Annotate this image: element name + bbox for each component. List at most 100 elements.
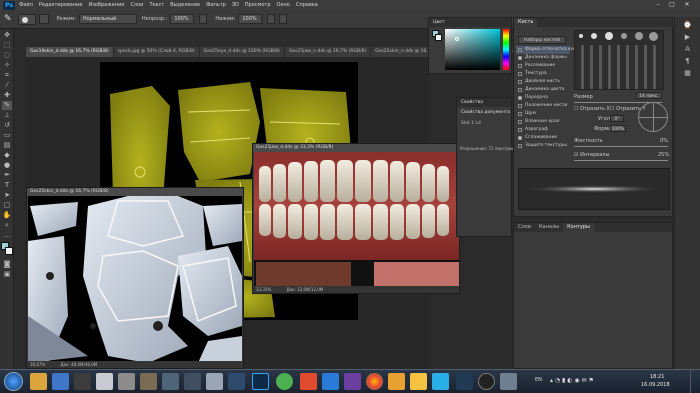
teeth-texture-canvas[interactable] [254, 152, 459, 288]
tab-channels[interactable]: Каналы [535, 223, 563, 232]
brush-preset-picker[interactable] [17, 13, 36, 25]
flip-x-checkbox[interactable]: ☐ Отразить X [574, 106, 610, 112]
crop-tool-icon[interactable]: ⌗ [2, 71, 12, 80]
menu-window[interactable]: Окно [277, 2, 290, 8]
hand-tool-icon[interactable]: ✋ [2, 211, 12, 220]
brush-option-row[interactable]: Передача [516, 94, 570, 102]
blend-mode-select[interactable]: Нормальный [78, 14, 137, 24]
quick-select-tool-icon[interactable]: ✧ [2, 61, 12, 70]
menu-filter[interactable]: Фильтр [206, 2, 226, 8]
show-desktop-button[interactable] [690, 370, 700, 393]
blur-tool-icon[interactable]: ◆ [2, 151, 12, 160]
start-button[interactable] [4, 372, 23, 391]
spacing-slider[interactable] [574, 160, 668, 161]
marquee-tool-icon[interactable]: ⬚ [2, 41, 12, 50]
window-title[interactable]: Gos25skin_d.dds @ 16,7% (RGB/8) [27, 188, 243, 196]
hue-slider[interactable] [503, 29, 509, 70]
color-swatches[interactable] [1, 242, 13, 258]
app-icon[interactable] [118, 373, 135, 390]
menu-layers[interactable]: Слои [130, 2, 143, 8]
file-explorer-icon[interactable] [30, 373, 47, 390]
zoom-level[interactable]: 33,33% [256, 287, 271, 292]
menu-type[interactable]: Текст [149, 2, 164, 8]
menu-file[interactable]: Файл [19, 2, 33, 8]
airbrush-icon[interactable] [267, 14, 276, 24]
maximize-icon[interactable]: □ [666, 0, 678, 10]
tab-paths[interactable]: Контуры [563, 223, 594, 232]
hardness-slider[interactable] [574, 146, 668, 147]
color-field[interactable] [445, 29, 500, 70]
type-tool-icon[interactable]: T [2, 181, 12, 190]
close-icon[interactable]: ✕ [681, 0, 693, 10]
app-icon[interactable] [140, 373, 157, 390]
swatches-icon[interactable]: ▦ [675, 69, 700, 77]
app-icon[interactable] [388, 373, 405, 390]
brush-option-row[interactable]: Двойная кисть [516, 78, 570, 86]
menu-help[interactable]: Справка [296, 2, 318, 8]
tab-document[interactable]: Gos25jaw_n.dds @ 16,7% (RGB/8) [285, 47, 372, 57]
brush-tool-icon[interactable]: ✎ [4, 14, 12, 24]
app-icon[interactable] [228, 373, 245, 390]
app-icon[interactable] [478, 373, 495, 390]
actions-icon[interactable]: ▶ [675, 33, 700, 41]
brush-tool-icon[interactable]: ✎ [2, 101, 12, 110]
tab-document[interactable]: specb.jpg @ 50% (Слой 4, RGB/8) [114, 47, 200, 57]
app-icon[interactable] [184, 373, 201, 390]
app-icon[interactable] [410, 373, 427, 390]
menu-edit[interactable]: Редактирование [39, 2, 83, 8]
screen-mode-icon[interactable]: ▣ [2, 270, 12, 279]
zoom-tool-icon[interactable]: ⌕ [2, 221, 12, 230]
brush-option-row[interactable]: Влажные края [516, 118, 570, 126]
brush-option-row[interactable]: Защита текстуры [516, 142, 570, 150]
move-tool-icon[interactable]: ✥ [2, 31, 12, 40]
roundness-input[interactable]: 100% [610, 125, 626, 132]
window-title[interactable]: Gos25jaw_d.dds @ 33,3% (RGB/8) [253, 144, 459, 152]
menu-view[interactable]: Просмотр [245, 2, 271, 8]
tab-document[interactable]: Gos25eye_d.dds @ 100% (RGB/8) [200, 47, 285, 57]
steam-icon[interactable] [456, 373, 473, 390]
document-window-skin[interactable]: Gos25skin_d.dds @ 16,7% (RGB/8) 16,67% Д… [26, 187, 244, 369]
size-pressure-icon[interactable] [279, 14, 288, 24]
ie-icon[interactable] [52, 373, 69, 390]
gradient-tool-icon[interactable]: ▤ [2, 141, 12, 150]
brush-tip-icon[interactable] [621, 33, 627, 39]
brush-tips-more[interactable] [578, 45, 662, 89]
angle-roundness-widget[interactable] [638, 102, 668, 132]
brush-tip-icon[interactable] [649, 32, 658, 41]
background-color-swatch[interactable] [5, 247, 13, 255]
history-brush-tool-icon[interactable]: ↺ [2, 121, 12, 130]
tab-brush[interactable]: Кисть [514, 18, 538, 27]
app-icon[interactable] [322, 373, 339, 390]
menu-3d[interactable]: 3D [232, 2, 239, 8]
flow-input[interactable]: 100% [238, 14, 263, 24]
spacing-checkbox[interactable]: ☑ Интервалы [574, 152, 609, 158]
skin-texture-canvas[interactable] [28, 196, 242, 363]
paragraph-icon[interactable]: ¶ [675, 57, 700, 65]
app-icon[interactable] [206, 373, 223, 390]
quick-mask-icon[interactable]: ◙ [2, 260, 12, 269]
tab-layers[interactable]: Слои [514, 223, 535, 232]
brush-option-row[interactable]: Динамика цвета [516, 86, 570, 94]
tray-icons[interactable]: ▴ ◔ ▮ ◐ ◉ ✉ ⚑ [550, 377, 594, 384]
minimize-icon[interactable]: – [652, 0, 664, 10]
app-icon[interactable] [300, 373, 317, 390]
brush-option-row[interactable]: Положение кисти [516, 102, 570, 110]
brush-option-row[interactable]: Рассеивание [516, 62, 570, 70]
panel-title[interactable]: Цвет [429, 18, 511, 27]
shape-tool-icon[interactable]: ▢ [2, 201, 12, 210]
opacity-pressure-icon[interactable] [199, 14, 208, 24]
app-icon[interactable] [432, 373, 449, 390]
menu-select[interactable]: Выделение [170, 2, 200, 8]
app-icon[interactable] [500, 373, 517, 390]
brush-option-row[interactable]: Текстура [516, 70, 570, 78]
eraser-tool-icon[interactable]: ▭ [2, 131, 12, 140]
brush-option-row[interactable]: Сглаживание [516, 134, 570, 142]
more-tools-icon[interactable]: … [2, 231, 12, 240]
brush-tip-icon[interactable] [635, 32, 643, 40]
brush-presets-button[interactable]: Наборы кистей [518, 36, 566, 44]
brush-panel-toggle-icon[interactable] [38, 14, 49, 24]
zoom-level[interactable]: 16,67% [30, 362, 45, 367]
brush-tip-icon[interactable] [579, 34, 583, 38]
panel-title[interactable]: Свойства [457, 98, 511, 107]
healing-tool-icon[interactable]: ✚ [2, 91, 12, 100]
